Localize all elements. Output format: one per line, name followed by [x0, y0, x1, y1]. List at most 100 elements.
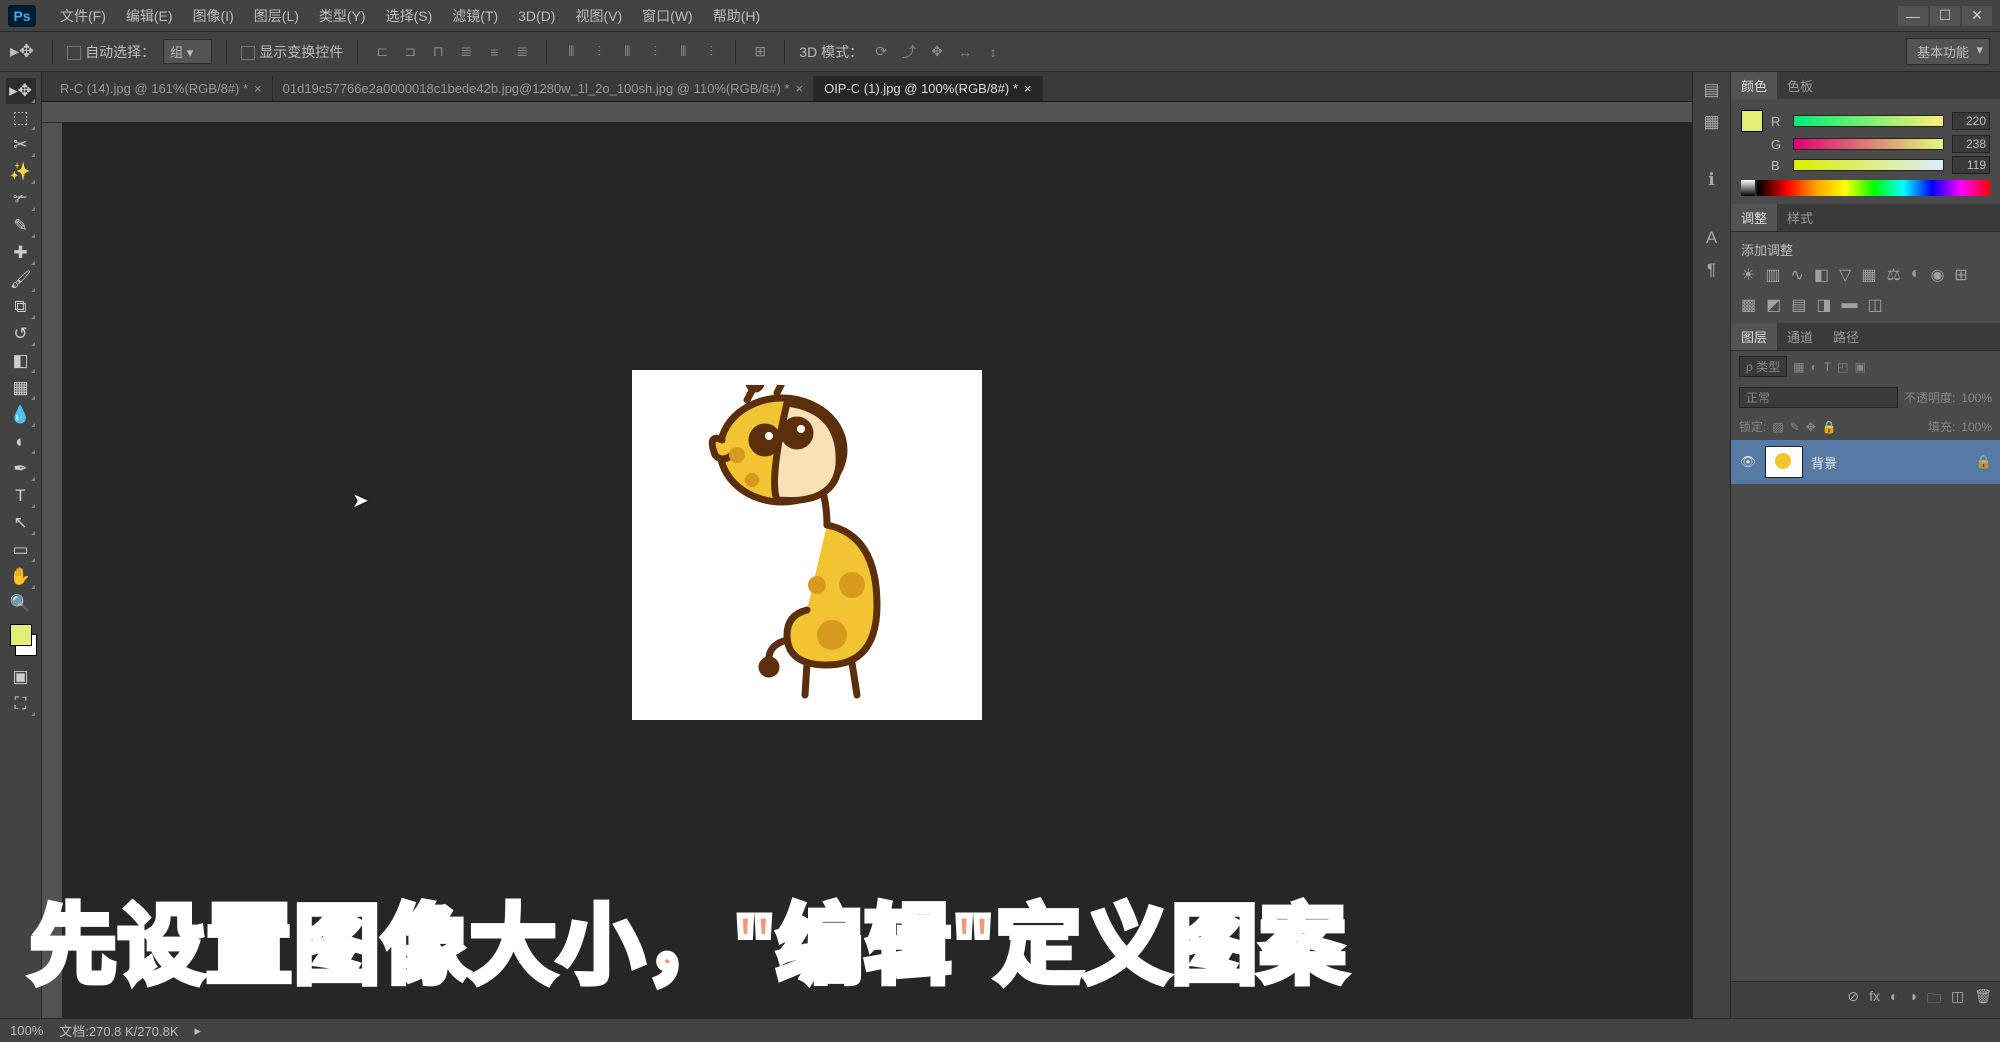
screenmode-tool[interactable]: ⛶ — [6, 691, 36, 717]
tab-2[interactable]: 01d19c57766e2a0000018c1bede42b.jpg@1280w… — [273, 76, 814, 101]
dist-icon[interactable]: ⫴ — [561, 42, 581, 62]
move-tool[interactable]: ▸✥ — [6, 78, 36, 104]
hue-icon[interactable]: ▦ — [1861, 265, 1876, 285]
photo-filter-icon[interactable]: ◉ — [1930, 265, 1944, 285]
exposure-icon[interactable]: ◧ — [1814, 265, 1829, 285]
align-bottom-icon[interactable]: ⊓ — [428, 42, 448, 62]
close-button[interactable]: ✕ — [1962, 6, 1992, 26]
character-icon[interactable]: A — [1706, 228, 1717, 248]
dodge-tool[interactable]: ◐ — [6, 429, 36, 455]
pen-tool[interactable]: ✒ — [6, 456, 36, 482]
tab-layers[interactable]: 图层 — [1731, 323, 1777, 350]
auto-select-dropdown[interactable]: 组 ▾ — [163, 39, 212, 64]
history-icon[interactable]: ▤ — [1703, 80, 1719, 100]
layer-name[interactable]: 背景 — [1811, 453, 1837, 472]
actions-icon[interactable]: ▦ — [1703, 112, 1719, 132]
g-slider[interactable] — [1793, 138, 1944, 150]
tab-swatches[interactable]: 色板 — [1777, 72, 1823, 99]
brush-tool[interactable]: 🖌 — [6, 267, 36, 293]
r-slider[interactable] — [1793, 115, 1944, 127]
workspace-switcher[interactable]: 基本功能 — [1906, 38, 1990, 65]
align-right-icon[interactable]: ≣ — [512, 42, 532, 62]
3d-orbit-icon[interactable]: ⟳ — [871, 42, 891, 62]
heal-tool[interactable]: ✚ — [6, 240, 36, 266]
group-icon[interactable]: 🗀 — [1927, 988, 1941, 1012]
menu-file[interactable]: 文件(F) — [50, 6, 116, 26]
balance-icon[interactable]: ⚖ — [1886, 265, 1900, 285]
stamp-tool[interactable]: ⧉ — [6, 294, 36, 320]
g-value[interactable]: 238 — [1952, 135, 1990, 153]
3d-slide-icon[interactable]: ↔ — [955, 42, 975, 62]
spectrum-bar[interactable] — [1741, 180, 1990, 196]
levels-icon[interactable]: ▥ — [1765, 265, 1780, 285]
menu-layer[interactable]: 图层(L) — [244, 6, 309, 26]
menu-edit[interactable]: 编辑(E) — [116, 6, 183, 26]
posterize-icon[interactable]: ▤ — [1791, 295, 1806, 315]
path-tool[interactable]: ↖ — [6, 510, 36, 536]
quickmask-tool[interactable]: ▣ — [6, 664, 36, 690]
auto-select-check[interactable]: 自动选择： — [67, 42, 155, 62]
bw-icon[interactable]: ◐ — [1911, 265, 1921, 285]
hand-tool[interactable]: ✋ — [6, 564, 36, 590]
lock-brush-icon[interactable]: ✎ — [1790, 420, 1800, 434]
gradient-tool[interactable]: ▦ — [6, 375, 36, 401]
r-value[interactable]: 220 — [1952, 112, 1990, 130]
info-icon[interactable]: ℹ — [1708, 170, 1714, 190]
trash-icon[interactable]: 🗑 — [1974, 988, 1992, 1012]
link-icon[interactable]: ⊘ — [1847, 988, 1859, 1012]
menu-view[interactable]: 视图(V) — [565, 6, 632, 26]
adjustment-layer-icon[interactable]: ◑ — [1909, 988, 1917, 1012]
new-layer-icon[interactable]: ◫ — [1951, 988, 1964, 1012]
filter-pixel-icon[interactable]: ▦ — [1793, 360, 1804, 374]
align-left-icon[interactable]: ≣ — [456, 42, 476, 62]
menu-window[interactable]: 窗口(W) — [632, 6, 703, 26]
opacity-value[interactable]: 100% — [1961, 391, 1992, 405]
shape-tool[interactable]: ▭ — [6, 537, 36, 563]
filter-shape-icon[interactable]: ◰ — [1837, 360, 1848, 374]
dist-icon[interactable]: ⫶ — [701, 42, 721, 62]
eraser-tool[interactable]: ◧ — [6, 348, 36, 374]
zoom-value[interactable]: 100% — [10, 1023, 43, 1038]
tab-styles[interactable]: 样式 — [1777, 204, 1823, 231]
lookup-icon[interactable]: ▩ — [1741, 295, 1756, 315]
layer-thumb[interactable] — [1765, 446, 1803, 478]
document-canvas[interactable] — [632, 370, 982, 720]
minimize-button[interactable]: — — [1898, 6, 1928, 26]
3d-roll-icon[interactable]: ⤴ — [899, 42, 919, 62]
layer-row[interactable]: 👁 背景 🔒 — [1731, 440, 2000, 484]
blend-mode[interactable]: 正常 — [1739, 387, 1898, 408]
fill-value[interactable]: 100% — [1961, 420, 1992, 434]
filter-smart-icon[interactable]: ▣ — [1854, 360, 1865, 374]
doc-size[interactable]: 文档:270.8 K/270.8K — [59, 1021, 178, 1040]
close-icon[interactable]: × — [254, 81, 262, 96]
visibility-icon[interactable]: 👁 — [1739, 454, 1757, 470]
filter-adj-icon[interactable]: ◐ — [1811, 360, 1818, 374]
menu-image[interactable]: 图像(I) — [183, 6, 244, 26]
align-top-icon[interactable]: ⊏ — [372, 42, 392, 62]
eyedropper-tool[interactable]: ✎ — [6, 213, 36, 239]
show-transform-check[interactable]: 显示变换控件 — [241, 42, 343, 62]
menu-select[interactable]: 选择(S) — [376, 6, 443, 26]
tab-1[interactable]: R-C (14).jpg @ 161%(RGB/8#) *× — [50, 76, 273, 101]
mask-icon[interactable]: ◐ — [1890, 988, 1898, 1012]
maximize-button[interactable]: ☐ — [1930, 6, 1960, 26]
menu-filter[interactable]: 滤镜(T) — [442, 6, 508, 26]
brightness-icon[interactable]: ☀ — [1741, 265, 1755, 285]
tab-3[interactable]: OIP-C (1).jpg @ 100%(RGB/8#) *× — [814, 76, 1042, 101]
zoom-tool[interactable]: 🔍 — [6, 591, 36, 617]
layer-filter[interactable]: ρ 类型 — [1739, 356, 1787, 377]
close-icon[interactable]: × — [795, 81, 803, 96]
selective-icon[interactable]: ◫ — [1868, 295, 1883, 315]
fx-icon[interactable]: fx — [1869, 988, 1880, 1012]
invert-icon[interactable]: ◩ — [1766, 295, 1781, 315]
menu-3d[interactable]: 3D(D) — [508, 8, 565, 24]
mixer-icon[interactable]: ⊞ — [1954, 265, 1967, 285]
auto-align-icon[interactable]: ⊞ — [750, 42, 770, 62]
dist-icon[interactable]: ⫴ — [673, 42, 693, 62]
dist-icon[interactable]: ⫴ — [617, 42, 637, 62]
lock-all-icon[interactable]: 🔒 — [1822, 420, 1837, 434]
tab-color[interactable]: 颜色 — [1731, 72, 1777, 99]
tab-adjust[interactable]: 调整 — [1731, 204, 1777, 231]
curves-icon[interactable]: ∿ — [1790, 265, 1803, 285]
align-hcenter-icon[interactable]: ≡ — [484, 42, 504, 62]
